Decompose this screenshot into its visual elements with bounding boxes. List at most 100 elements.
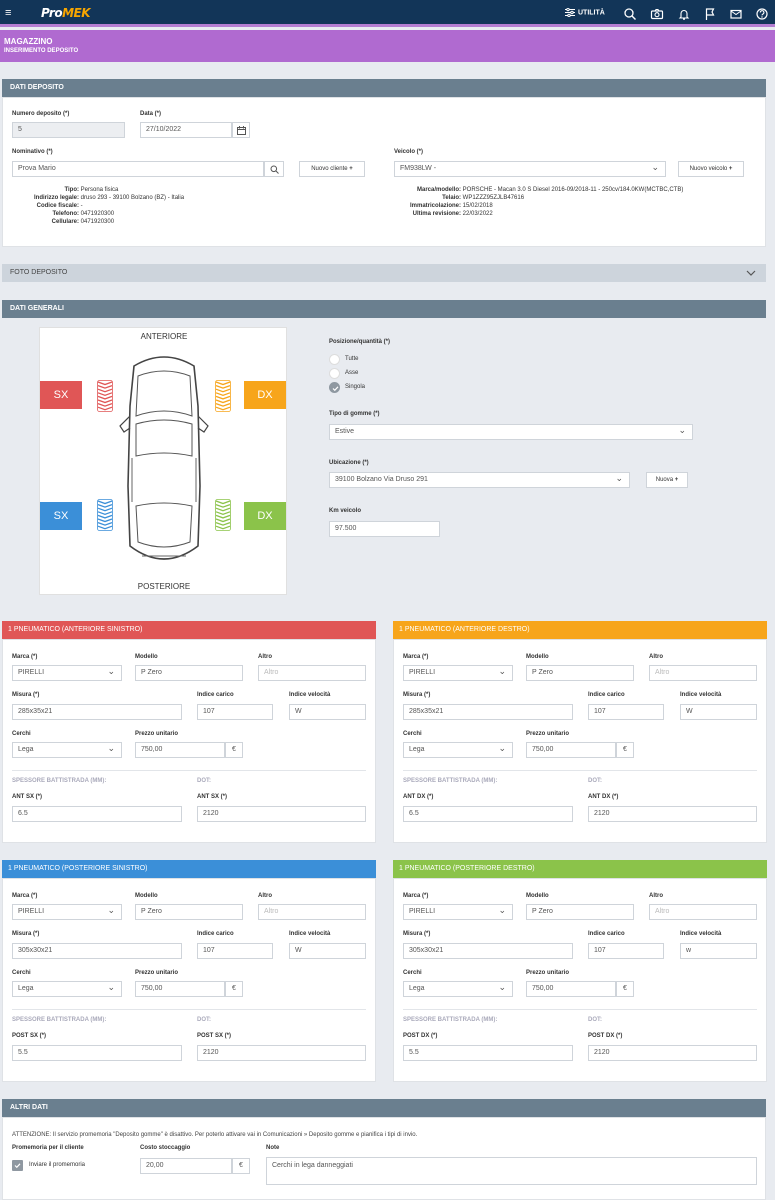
flag-icon[interactable] (703, 7, 717, 21)
calendar-icon (236, 126, 246, 135)
section-header-altri-dati: ALTRI DATI (2, 1099, 766, 1117)
cerchi-label: Cerchi (403, 970, 422, 976)
mail-icon[interactable] (729, 7, 743, 21)
spessore-input[interactable]: 5.5 (403, 1045, 573, 1061)
dot-position-label: ANT SX (*) (197, 794, 227, 800)
altro-input[interactable]: Altro (649, 665, 757, 681)
dot-input[interactable]: 2120 (197, 1045, 366, 1061)
indice-carico-label: Indice carico (197, 931, 234, 937)
cerchi-select[interactable]: Lega (403, 981, 513, 997)
nuova-ubicazione-button[interactable]: Nuova + (646, 472, 688, 488)
indice-velocita-input[interactable]: W (289, 943, 366, 959)
nuovo-veicolo-button[interactable]: Nuovo veicolo + (678, 161, 744, 177)
modello-input[interactable]: P Zero (135, 904, 243, 920)
prezzo-input[interactable]: 750,00 (135, 981, 225, 997)
indice-velocita-input[interactable]: W (289, 704, 366, 720)
marca-label: Marca (*) (403, 654, 429, 660)
prezzo-input[interactable]: 750,00 (526, 981, 616, 997)
indice-velocita-input[interactable]: w (680, 943, 757, 959)
nuovo-cliente-button[interactable]: Nuovo cliente + (299, 161, 365, 177)
marca-select[interactable]: PIRELLI (12, 665, 122, 681)
numero-deposito-input[interactable]: 5 (12, 122, 125, 138)
modello-input[interactable]: P Zero (526, 665, 634, 681)
misura-input[interactable]: 305x30x21 (403, 943, 573, 959)
indice-velocita-input[interactable]: W (680, 704, 757, 720)
app-logo[interactable]: ProMEK (41, 6, 91, 20)
nominativo-label: Nominativo (*) (12, 149, 53, 155)
marca-select[interactable]: PIRELLI (403, 904, 513, 920)
altro-label: Altro (258, 893, 272, 899)
utility-menu[interactable]: UTILITÀ (565, 7, 605, 18)
spessore-input[interactable]: 6.5 (12, 806, 182, 822)
calendar-button[interactable] (232, 122, 250, 138)
dot-position-label: ANT DX (*) (588, 794, 619, 800)
camera-icon[interactable] (650, 7, 664, 21)
altro-input[interactable]: Altro (258, 904, 366, 920)
tyre-panel-body: Marca (*) PIRELLI Modello P Zero Altro A… (2, 639, 376, 843)
spessore-position-label: ANT SX (*) (12, 794, 42, 800)
search-icon (270, 165, 279, 174)
marca-select[interactable]: PIRELLI (12, 904, 122, 920)
cerchi-select[interactable]: Lega (12, 742, 122, 758)
nominativo-input[interactable]: Prova Mario (12, 161, 264, 177)
dot-position-label: POST DX (*) (588, 1033, 623, 1039)
wheel-front-left-badge[interactable]: SX (40, 381, 82, 409)
menu-icon[interactable]: ≡ (5, 6, 11, 20)
numero-deposito-label: Numero deposito (*) (12, 111, 70, 117)
veicolo-select[interactable]: FM938LW - (394, 161, 666, 177)
sliders-icon (565, 7, 575, 18)
altro-input[interactable]: Altro (649, 904, 757, 920)
costo-currency: € (232, 1158, 250, 1174)
tire-front-right-icon[interactable] (215, 380, 231, 412)
tyre-panel-header: 1 PNEUMATICO (POSTERIORE SINISTRO) (2, 860, 376, 878)
modello-input[interactable]: P Zero (526, 904, 634, 920)
marca-select[interactable]: PIRELLI (403, 665, 513, 681)
spessore-input[interactable]: 5.5 (12, 1045, 182, 1061)
car-icon (119, 356, 209, 560)
plus-icon: + (728, 166, 733, 172)
prezzo-input[interactable]: 750,00 (135, 742, 225, 758)
search-icon[interactable] (623, 7, 637, 21)
costo-stoccaggio-input[interactable]: 20,00 (140, 1158, 232, 1174)
dot-input[interactable]: 2120 (588, 1045, 757, 1061)
indice-carico-input[interactable]: 107 (588, 704, 664, 720)
km-veicolo-input[interactable]: 97.500 (329, 521, 440, 537)
tire-front-left-icon[interactable] (97, 380, 113, 412)
tire-rear-left-icon[interactable] (97, 499, 113, 531)
page-subtitle: INSERIMENTO DEPOSITO (4, 48, 79, 54)
dot-input[interactable]: 2120 (588, 806, 757, 822)
dot-input[interactable]: 2120 (197, 806, 366, 822)
spessore-input[interactable]: 6.5 (403, 806, 573, 822)
modello-input[interactable]: P Zero (135, 665, 243, 681)
nominativo-search-button[interactable] (264, 161, 284, 177)
prezzo-currency: € (616, 742, 634, 758)
bell-icon[interactable] (677, 7, 691, 21)
tipo-gomme-select[interactable]: Estive (329, 424, 693, 440)
misura-input[interactable]: 285x35x21 (403, 704, 573, 720)
data-input[interactable]: 27/10/2022 (140, 122, 232, 138)
section-header-dati-generali: DATI GENERALI (2, 300, 766, 318)
prezzo-input[interactable]: 750,00 (526, 742, 616, 758)
indice-carico-input[interactable]: 107 (197, 943, 273, 959)
help-icon[interactable] (755, 7, 769, 21)
prezzo-currency: € (225, 981, 243, 997)
note-textarea[interactable]: Cerchi in lega danneggiati (266, 1157, 757, 1185)
ubicazione-select[interactable]: 39100 Bolzano Via Druso 291 (329, 472, 630, 488)
altro-input[interactable]: Altro (258, 665, 366, 681)
foto-deposito-toggle[interactable]: FOTO DEPOSITO (2, 264, 766, 282)
indice-carico-input[interactable]: 107 (197, 704, 273, 720)
divider (12, 770, 366, 771)
cerchi-select[interactable]: Lega (403, 742, 513, 758)
wheel-front-right-badge[interactable]: DX (244, 381, 286, 409)
cerchi-select[interactable]: Lega (12, 981, 122, 997)
indice-carico-input[interactable]: 107 (588, 943, 664, 959)
misura-input[interactable]: 285x35x21 (12, 704, 182, 720)
wheel-rear-right-badge[interactable]: DX (244, 502, 286, 530)
tyre-panel-1: 1 PNEUMATICO (ANTERIORE SINISTRO) Marca … (2, 621, 376, 845)
data-label: Data (*) (140, 111, 162, 117)
indice-velocita-label: Indice velocità (680, 692, 722, 698)
tire-rear-right-icon[interactable] (215, 499, 231, 531)
misura-input[interactable]: 305x30x21 (12, 943, 182, 959)
chevron-down-icon (746, 270, 756, 276)
wheel-rear-left-badge[interactable]: SX (40, 502, 82, 530)
